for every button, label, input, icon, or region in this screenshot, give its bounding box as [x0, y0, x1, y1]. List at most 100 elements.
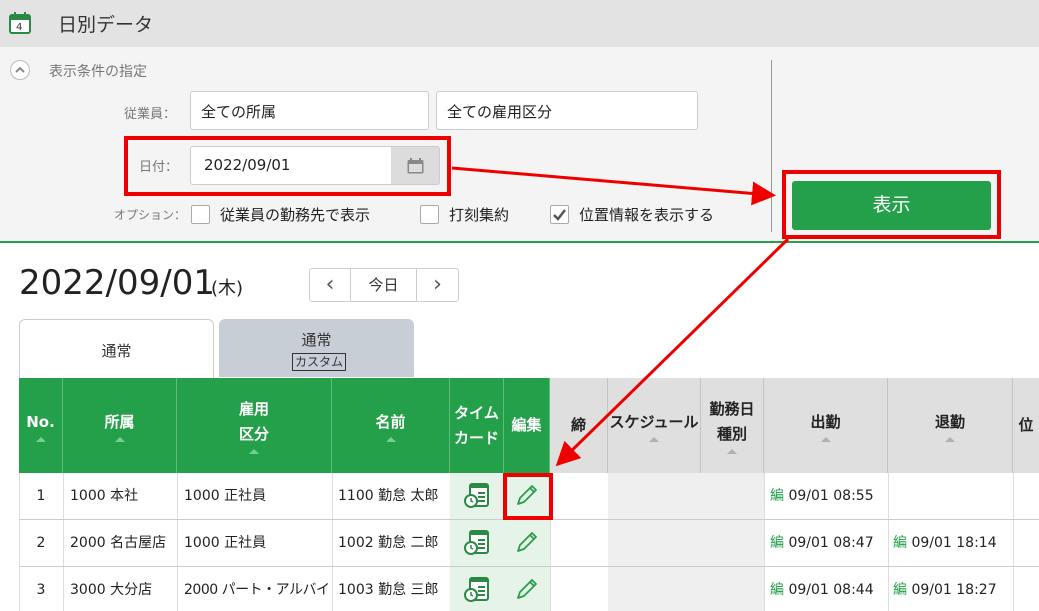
cell-divider	[764, 520, 765, 566]
col-header-name-label: 名前	[375, 412, 406, 431]
sort-icon	[385, 436, 396, 442]
edited-tag: 編	[893, 535, 907, 551]
table-row: 3 3000 大分店 2000 パート・アルバイト 1003 勤怠 三郎 編 0…	[19, 567, 1039, 611]
col-header-timecard-label-1: タイム	[454, 403, 499, 422]
sort-icon	[114, 436, 125, 442]
cell-clock-out	[893, 473, 1012, 519]
tab-standard-custom-label: 通常	[301, 331, 332, 349]
option-checkbox-location-info[interactable]	[550, 205, 569, 224]
col-header-close-label: 締	[570, 416, 586, 434]
annotation-show-highlight	[782, 170, 1001, 239]
cell-name: 1100 勤怠 太郎	[338, 488, 439, 504]
cell-daytype	[701, 567, 764, 611]
sort-icon	[649, 436, 659, 442]
filter-section-title: 表示条件の指定	[49, 64, 147, 80]
sort-icon	[249, 449, 259, 454]
collapse-toggle-icon[interactable]	[10, 60, 30, 80]
cell-divider	[63, 520, 64, 566]
today-button[interactable]: 今日	[351, 269, 417, 301]
col-header-edit: 編集	[504, 378, 550, 473]
cell-divider	[764, 473, 765, 519]
option-checkbox-punch-summary[interactable]	[420, 205, 439, 224]
tab-standard-custom[interactable]: 通常 カスタム	[219, 319, 414, 377]
cell-name: 1002 勤怠 二郎	[338, 535, 439, 551]
cell-divider	[332, 473, 333, 519]
cell-employment: 1000 正社員	[184, 535, 267, 551]
timecard-icon	[464, 577, 489, 602]
cell-divider	[550, 520, 551, 566]
cell-employment: 1000 正社員	[184, 488, 267, 504]
cell-divider	[177, 520, 178, 566]
page-title: 日別データ	[58, 14, 154, 36]
employee-label: 従業員：	[124, 107, 177, 122]
edit-button[interactable]	[504, 567, 550, 611]
clock-in-time: 09/01 08:47	[788, 535, 874, 551]
cell-schedule	[608, 473, 701, 519]
cell-divider	[888, 567, 889, 611]
timecard-button[interactable]	[450, 520, 504, 566]
cell-divider	[177, 567, 178, 611]
timecard-button[interactable]	[450, 473, 504, 519]
prev-day-button[interactable]: ‹	[310, 269, 351, 301]
col-header-employment[interactable]: 雇用 区分	[177, 378, 332, 473]
tab-standard[interactable]: 通常	[19, 319, 214, 378]
col-header-name[interactable]: 名前	[332, 378, 450, 473]
timecard-icon	[464, 483, 489, 508]
col-header-dept[interactable]: 所属	[63, 378, 177, 473]
cell-divider	[888, 520, 889, 566]
edit-button[interactable]	[504, 520, 550, 566]
clock-in-time: 09/01 08:44	[788, 582, 874, 598]
cell-clock-out: 編 09/01 18:14	[893, 520, 1012, 566]
annotation-date-highlight	[124, 136, 451, 196]
col-header-clock-out-label: 退勤	[934, 412, 965, 431]
col-header-schedule-label: スケジュール	[609, 412, 699, 431]
cell-dept: 1000 本社	[70, 488, 139, 504]
department-select[interactable]: 全ての所属	[190, 91, 429, 130]
clock-out-time: 09/01 18:27	[911, 582, 997, 598]
date-navigation: ‹ 今日 ›	[309, 268, 459, 302]
col-header-no-label: No.	[26, 412, 55, 431]
title-bar: 4 日別データ	[0, 0, 1039, 47]
vertical-divider	[771, 60, 772, 232]
col-header-extra[interactable]: 位	[1013, 378, 1039, 473]
option-checkbox-work-location[interactable]	[191, 205, 210, 224]
cell-divider	[332, 520, 333, 566]
cell-daytype	[701, 520, 764, 566]
col-header-clock-in[interactable]: 出勤	[764, 378, 888, 473]
cell-clock-in: 編 09/01 08:47	[770, 520, 888, 566]
cell-divider	[177, 473, 178, 519]
col-header-daytype-label-1: 勤務日	[709, 400, 755, 418]
cell-no: 2	[36, 535, 46, 551]
option-label-work-location: 従業員の勤務先で表示	[220, 206, 371, 224]
cell-no: 3	[36, 582, 46, 598]
timecard-icon	[464, 530, 489, 555]
cell-divider	[764, 567, 765, 611]
employment-type-select[interactable]: 全ての雇用区分	[436, 91, 698, 130]
col-header-close: 締	[550, 378, 608, 473]
cell-dept: 3000 大分店	[70, 582, 153, 598]
col-header-dept-label: 所属	[104, 412, 135, 431]
cell-employment: 2000 パート・アルバイト	[184, 582, 334, 598]
svg-text:4: 4	[16, 22, 22, 33]
options-label: オプション：	[114, 208, 187, 222]
timecard-button[interactable]	[450, 567, 504, 611]
col-header-clock-in-label: 出勤	[810, 412, 841, 431]
cell-divider	[63, 473, 64, 519]
cell-divider	[888, 473, 889, 519]
cell-divider	[332, 567, 333, 611]
cell-no: 1	[36, 488, 46, 504]
col-header-clock-out[interactable]: 退勤	[888, 378, 1013, 473]
cell-clock-out: 編 09/01 18:27	[893, 567, 1012, 611]
next-day-button[interactable]: ›	[417, 269, 458, 301]
sort-icon	[945, 436, 955, 442]
edited-tag: 編	[770, 582, 784, 598]
cell-name: 1003 勤怠 三郎	[338, 582, 439, 598]
current-weekday: (木)	[211, 278, 244, 299]
col-header-no[interactable]: No.	[19, 378, 63, 473]
cell-daytype	[701, 473, 764, 519]
col-header-daytype[interactable]: 勤務日 種別	[701, 378, 764, 473]
cell-dept: 2000 名古屋店	[70, 535, 167, 551]
edited-tag: 編	[770, 535, 784, 551]
col-header-schedule[interactable]: スケジュール	[608, 378, 701, 473]
sort-icon	[727, 449, 737, 454]
